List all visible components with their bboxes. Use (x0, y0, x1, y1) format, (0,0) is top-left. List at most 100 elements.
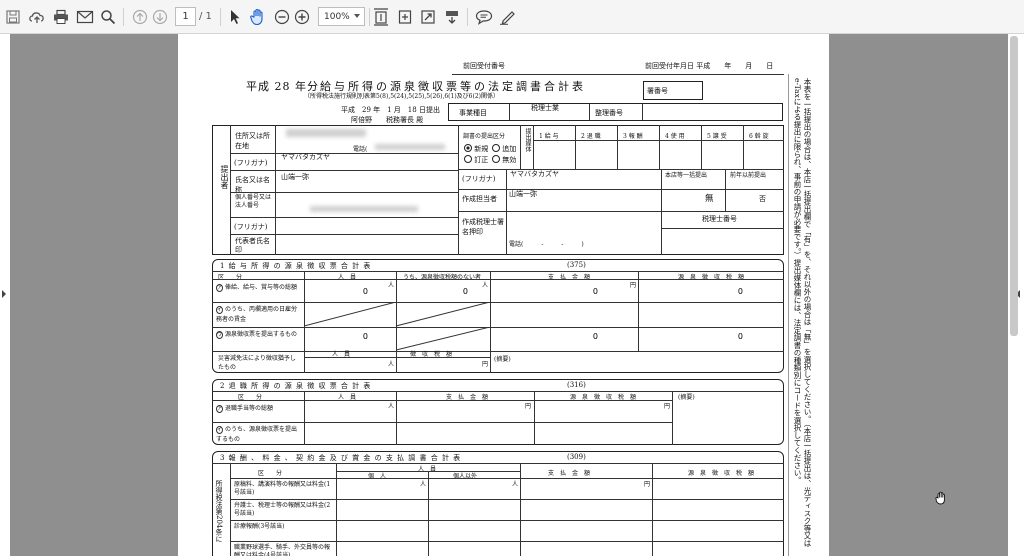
business-type-value: 税理士業 (531, 104, 559, 112)
sec1-r1-people[interactable]: 0 (328, 287, 368, 296)
sec1-row1-text: 俸給、給与、賞与等の総額 (224, 284, 297, 291)
opt-fix[interactable]: 訂正 (464, 155, 488, 165)
sec1-r3-tax[interactable]: 0 (703, 332, 743, 341)
chevron-down-icon (354, 14, 360, 18)
prev-value[interactable]: 否 (759, 194, 766, 204)
scroll-mode-icon[interactable] (443, 7, 461, 27)
opt-new[interactable]: 新規 (464, 144, 488, 154)
creator-value: 山端一弥 (509, 190, 537, 198)
unit: 円 (482, 361, 489, 368)
section-3-title: 3 報 酬 、 料 金 、 契 約 金 及 び 賞 金 の 支 払 調 書 合 … (220, 454, 462, 462)
opt-void-label: 無効 (502, 156, 517, 164)
business-row: 事業種目 税理士業 整理番号 (448, 103, 783, 121)
section-1-title: 1 給 与 所 得 の 源 泉 徴 収 票 合 計 表 (220, 262, 372, 270)
sec1-r3-people[interactable]: 0 (328, 332, 368, 341)
page-number-input[interactable]: 1 (175, 7, 196, 26)
receipt-date-label: 前回受付年月日 平成 年 月 日 (645, 62, 774, 70)
sec1-row3-text: 源泉徴収票を提出するもの (224, 331, 297, 338)
sec3-row-label: 原稿料、講演料等の報酬又は料金(1号該当) (234, 481, 331, 496)
sec1-note-label: (摘要) (494, 356, 511, 363)
zoom-out-icon[interactable] (273, 7, 291, 27)
side-note: 本表を一括提出の場合は、本店一括提出欄で「有」を、それ以外の場合は「無」を選択し… (793, 78, 812, 547)
sec1-row1-label: ア 俸給、給与、賞与等の総額 (216, 284, 297, 292)
media-column-label: 2 退 職 (581, 133, 601, 140)
toolbar: 1 / 1 100% (0, 0, 1024, 34)
sec3-row-label: 診療報酬(3号該当) (234, 523, 285, 530)
section-1-code: (375) (567, 261, 586, 269)
creator-label: 作成担当者 (462, 195, 497, 203)
unit: 円 (664, 403, 671, 410)
hand-tool-icon[interactable] (248, 7, 268, 27)
previous-page-icon[interactable] (131, 7, 149, 27)
furigana-label: (フリガナ) (234, 159, 268, 167)
media-column-label: 6 斡 旋 (749, 133, 769, 140)
furigana3-label: (フリガナ) (462, 175, 496, 183)
zoom-level-select[interactable]: 100% (318, 7, 365, 26)
unit: 円 (525, 403, 532, 410)
sec2-column-header: (摘要) (678, 394, 695, 401)
sec1-r1-notax[interactable]: 0 (428, 287, 468, 296)
phone-label: 電話( (353, 146, 368, 153)
fit-page-icon[interactable] (372, 7, 390, 27)
submitter-side-label: 提出者 (220, 165, 229, 189)
vertical-scrollbar[interactable] (1010, 36, 1018, 336)
section-2-code: (316) (567, 381, 586, 389)
tax-office: 阿倍野 税務署長 殿 (351, 116, 424, 124)
document-viewer[interactable]: 前回受付番号 前回受付年月日 平成 年 月 日 平成 28 年分 給与所得の源泉… (0, 34, 1024, 556)
pen-sign-icon[interactable] (498, 7, 518, 27)
pdf-page: 前回受付番号 前回受付年月日 平成 年 月 日 平成 28 年分 給与所得の源泉… (178, 34, 829, 556)
redacted-address (286, 129, 366, 137)
personal-no-label: 個人番号又は法人番号 (235, 194, 272, 209)
opt-fix-label: 訂正 (474, 156, 489, 164)
email-icon[interactable] (75, 7, 95, 27)
sec1-row2-text: のうち、丙欄適用の日雇労務者の賃金 (216, 306, 297, 323)
accountant-no-label: 税理士番号 (702, 215, 737, 223)
office-number-box[interactable]: 署番号 (643, 81, 703, 100)
org-number-label: 整理番号 (595, 109, 623, 117)
sec1-r1-tax[interactable]: 0 (703, 287, 743, 296)
select-pointer-icon[interactable] (227, 7, 243, 27)
rotate-view-icon[interactable] (396, 7, 414, 27)
furigana3-value: ヤマバタカズヤ (510, 170, 559, 178)
opt-add[interactable]: 追加 (492, 144, 516, 154)
save-icon[interactable] (4, 7, 22, 27)
opt-void[interactable]: 無効 (492, 155, 516, 165)
sec1-row4-label: 災害減免法により徴収猶予したもの (218, 355, 296, 371)
sec2-row1-text: 退職手当等の総額 (224, 405, 273, 412)
receipt-no-label: 前回受付番号 (463, 62, 505, 70)
sec2-row1-label: ア 退職手当等の総額 (216, 405, 273, 413)
hand-cursor-icon (935, 490, 949, 509)
unit: 人 (388, 361, 395, 368)
unit: 人 (420, 481, 427, 488)
hq-value[interactable]: 無 (705, 192, 714, 204)
prev-label: 前年以前提出 (730, 172, 767, 179)
comment-icon[interactable] (474, 7, 494, 27)
unit: 人 (482, 282, 489, 289)
unit: 円 (644, 481, 651, 488)
sec1-r3-amount[interactable]: 0 (558, 332, 598, 341)
fullscreen-icon[interactable] (419, 7, 437, 27)
sec1-row3-label: ウ 源泉徴収票を提出するもの (216, 331, 297, 339)
unit: 人 (388, 403, 395, 410)
sec3-row-label: 職業野球選手、騎手、外交員等の報酬又は料金(4号該当) (234, 544, 331, 556)
sec1-r1-amount[interactable]: 0 (558, 287, 598, 296)
hq-label: 本店等一括提出 (665, 172, 708, 179)
left-panel-toggle-icon[interactable] (2, 290, 6, 298)
unit: 人 (512, 481, 519, 488)
print-icon[interactable] (51, 7, 71, 27)
sec3-column-header: 区 分 (258, 470, 283, 477)
category-label: 調書の提出区分 (463, 133, 506, 140)
furigana-value: ヤマバタカズヤ (281, 153, 330, 161)
sec2-row2-label: イ のうち、源泉徴収票を提出するもの (216, 426, 297, 443)
zoom-in-icon[interactable] (293, 7, 311, 27)
business-type-label: 事業種目 (459, 109, 487, 117)
next-page-icon[interactable] (151, 7, 169, 27)
section-2-title: 2 退 職 所 得 の 源 泉 徴 収 票 合 計 表 (220, 382, 372, 390)
sec3-column-header: 支 払 金 額 (548, 470, 591, 477)
search-icon[interactable] (99, 7, 117, 27)
address-label: 住所又は所在地 (235, 132, 270, 150)
media-column-label: 5 譲 受 (707, 133, 727, 140)
upload-cloud-icon[interactable] (27, 7, 47, 27)
sec1-row2-label: イ のうち、丙欄適用の日雇労務者の賃金 (216, 306, 297, 323)
submit-date: 平成 29 年 1 月 18 日提出 (341, 106, 440, 114)
